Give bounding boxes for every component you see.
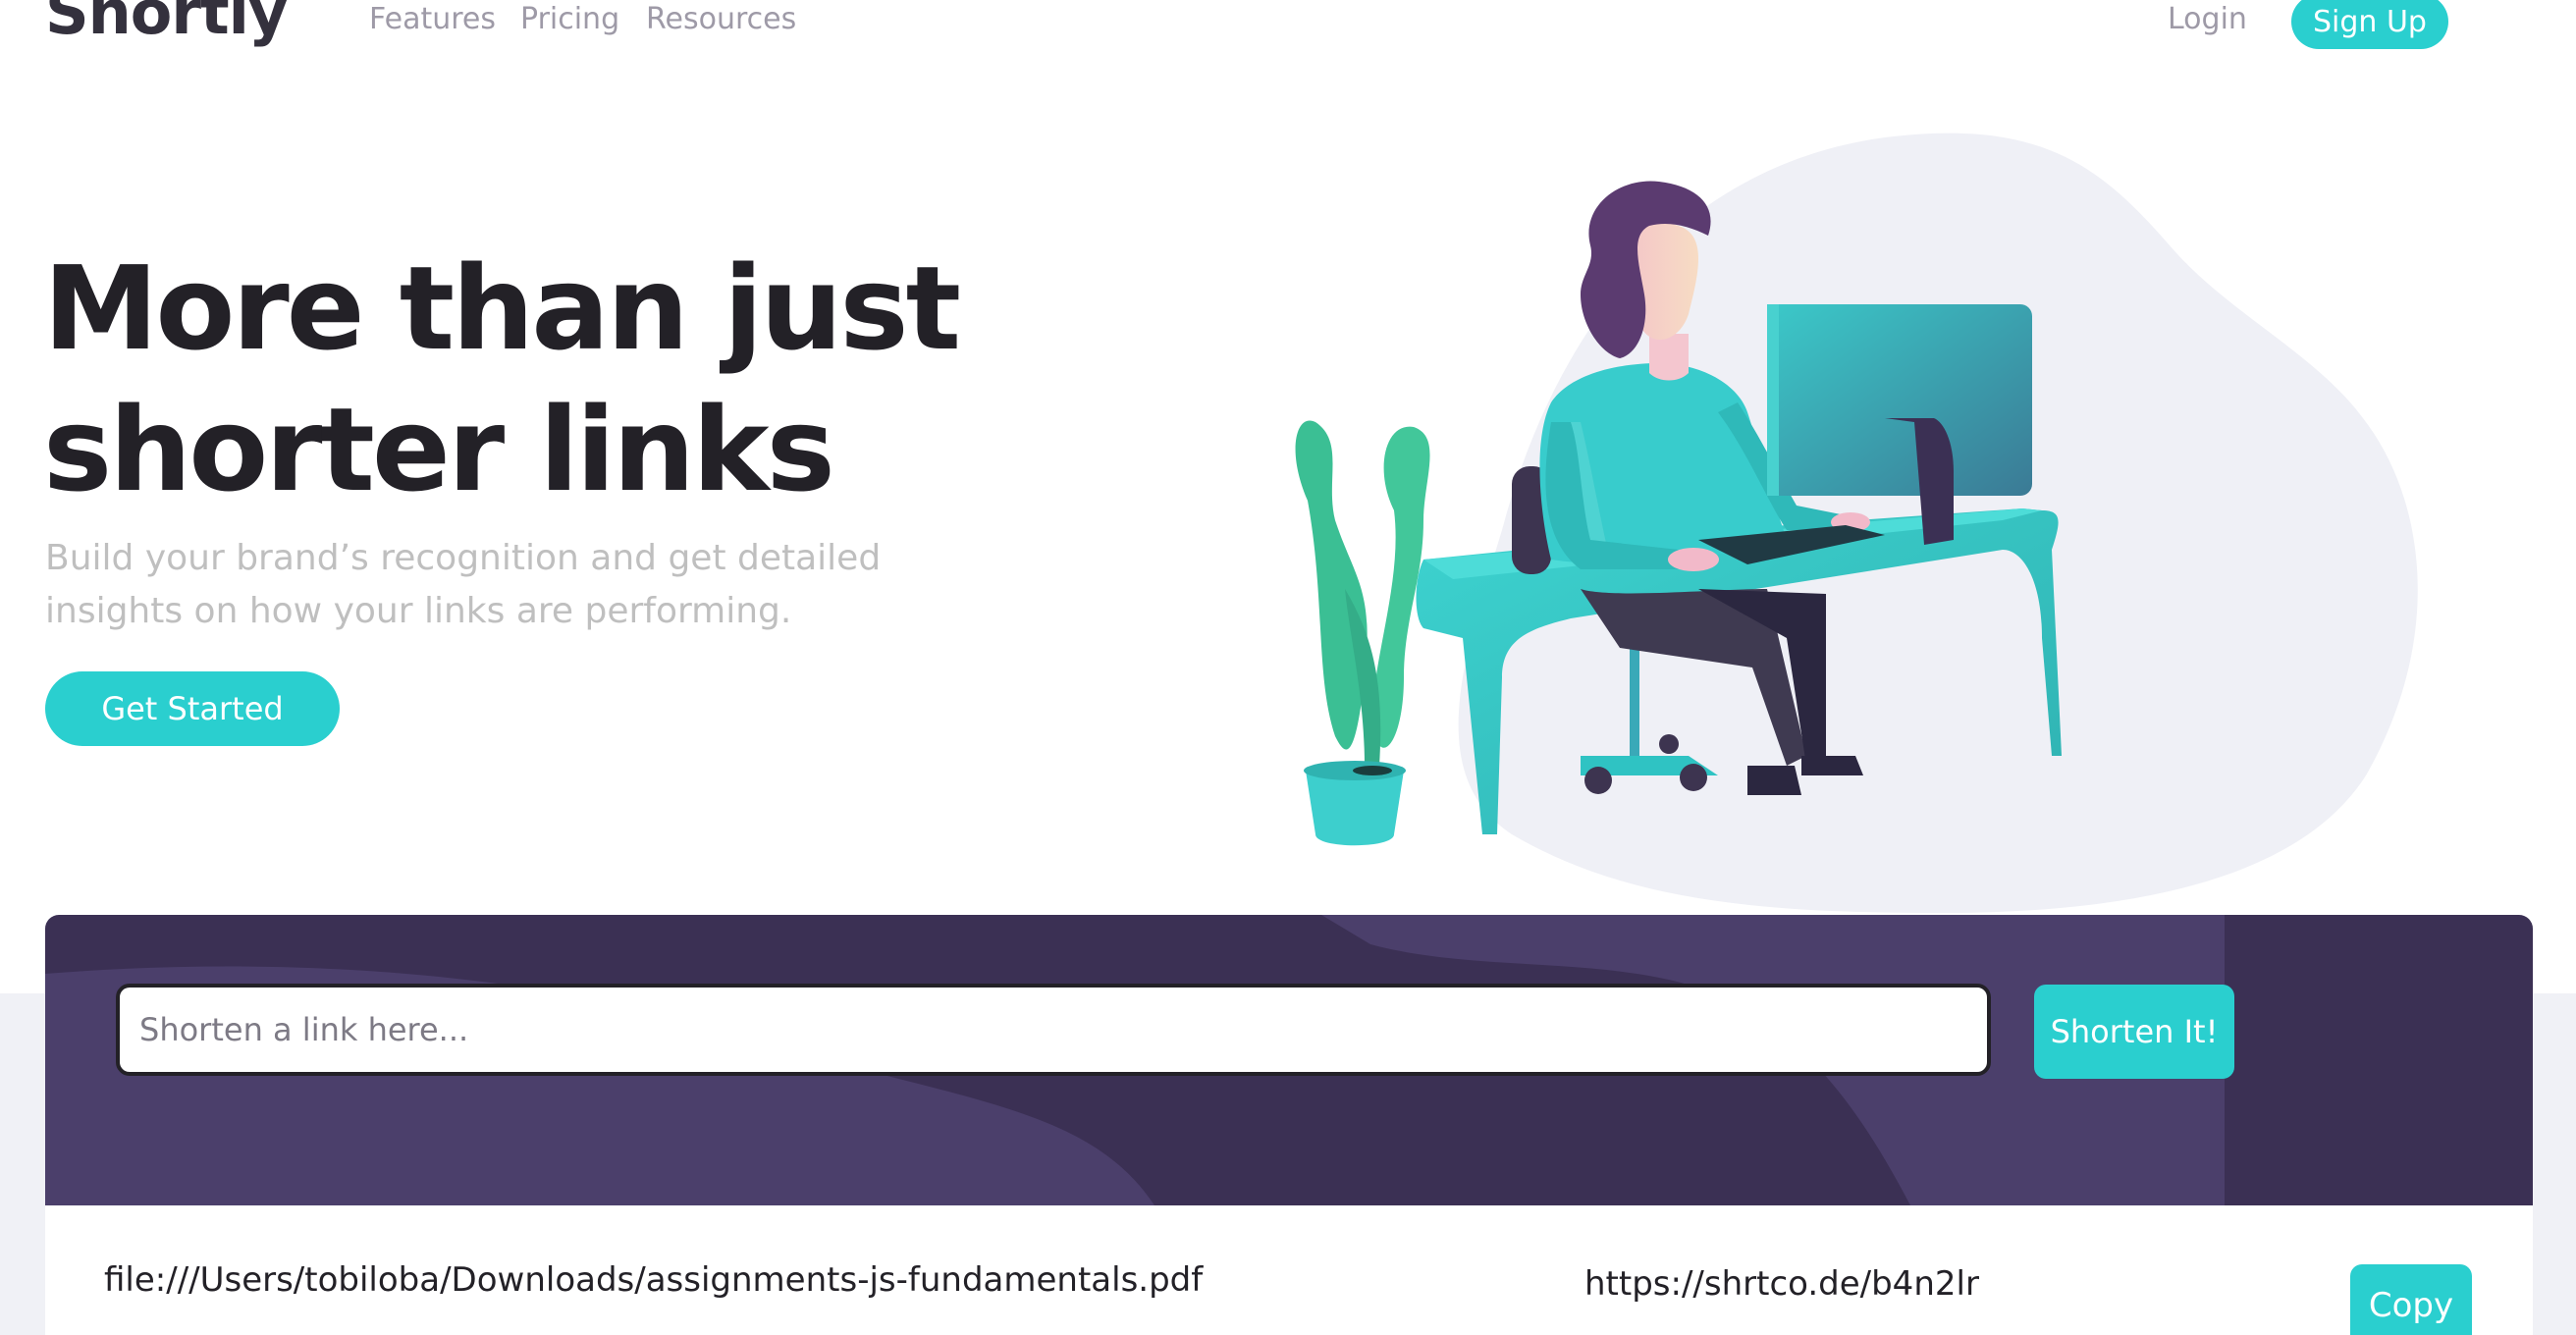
copy-button[interactable]: Copy bbox=[2350, 1264, 2472, 1335]
short-url-link[interactable]: https://shrtco.de/b4n2lr bbox=[1584, 1264, 1979, 1304]
hero-title: More than just shorter links bbox=[43, 240, 961, 517]
login-link[interactable]: Login bbox=[2168, 2, 2247, 37]
nav-resources-link[interactable]: Resources bbox=[646, 2, 796, 37]
result-row: file:///Users/tobiloba/Downloads/assignm… bbox=[45, 1205, 2533, 1335]
original-url-text: file:///Users/tobiloba/Downloads/assignm… bbox=[104, 1260, 1204, 1300]
shorten-link-panel: Shorten It! bbox=[45, 915, 2533, 1205]
hero-subtitle: Build your brand’s recognition and get d… bbox=[45, 538, 882, 631]
shorten-url-input[interactable] bbox=[116, 984, 1991, 1076]
get-started-button[interactable]: Get Started bbox=[45, 671, 340, 746]
nav-pricing-link[interactable]: Pricing bbox=[520, 2, 619, 37]
sign-up-button[interactable]: Sign Up bbox=[2291, 0, 2448, 49]
shorten-it-button[interactable]: Shorten It! bbox=[2034, 985, 2234, 1079]
shortly-logo[interactable]: Shortly bbox=[45, 0, 288, 43]
top-navigation: Shortly Features Pricing Resources Login… bbox=[0, 0, 2576, 79]
nav-features-link[interactable]: Features bbox=[369, 2, 496, 37]
person-working-illustration bbox=[1295, 133, 2418, 913]
